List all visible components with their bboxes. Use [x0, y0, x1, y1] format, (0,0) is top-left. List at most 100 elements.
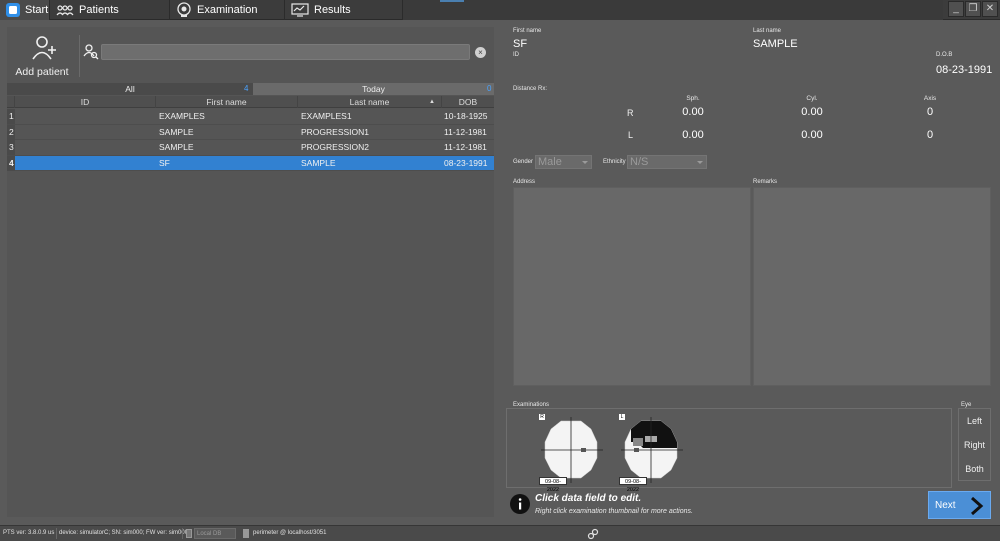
filter-tab-all[interactable]: All	[7, 83, 253, 95]
cell-first-name[interactable]: SF	[159, 156, 170, 171]
eye-both-option[interactable]: Both	[959, 457, 990, 481]
header-last-name-label: Last name	[349, 97, 390, 107]
exam-thumbnail-left[interactable]: L 09-08-2022	[619, 414, 685, 493]
sort-ascending-icon: ▲	[429, 99, 435, 105]
gender-select[interactable]: Male	[535, 155, 592, 169]
rx-left-axis[interactable]: 0	[900, 129, 960, 141]
menu-empty-space	[403, 0, 943, 20]
cell-dob[interactable]: 11-12-1981	[444, 125, 487, 140]
start-app-icon	[6, 3, 20, 17]
filter-all-label: All	[125, 84, 135, 94]
eye-selector: Left Right Both	[958, 408, 991, 481]
ethnicity-value: N/S	[630, 156, 649, 168]
row-number: 3	[7, 140, 15, 155]
restore-button[interactable]: ❐	[965, 1, 981, 17]
close-window-button[interactable]: ✕	[982, 1, 998, 17]
clear-search-button[interactable]: ×	[475, 47, 486, 58]
info-icon	[510, 494, 530, 516]
header-id-label: ID	[80, 97, 90, 107]
exam-date: 09-08-2022	[619, 477, 647, 493]
status-device: device: simulatorC; SN: sim000; FW ver: …	[59, 530, 189, 536]
tab-start[interactable]: Start	[0, 0, 50, 20]
next-button[interactable]: Next	[928, 491, 991, 519]
search-input[interactable]	[101, 44, 470, 60]
add-patient-button[interactable]: Add patient	[12, 32, 72, 78]
add-patient-label: Add patient	[15, 66, 69, 78]
chevron-down-icon	[697, 161, 703, 164]
rx-right-sph[interactable]: 0.00	[663, 106, 723, 118]
header-last-name[interactable]: Last name ▲	[298, 96, 442, 108]
tab-results-label: Results	[314, 4, 351, 16]
last-name-label: Last name	[753, 28, 782, 34]
header-dob[interactable]: DOB	[442, 96, 494, 108]
eye-right-option[interactable]: Right	[959, 433, 990, 457]
chevron-right-icon	[967, 496, 987, 518]
cell-dob[interactable]: 11-12-1981	[444, 140, 487, 155]
status-divider	[182, 528, 183, 539]
rx-left-sph[interactable]: 0.00	[663, 129, 723, 141]
id-label: ID	[513, 52, 519, 58]
tab-examination[interactable]: Examination	[170, 0, 285, 20]
rx-right-axis[interactable]: 0	[900, 106, 960, 118]
ethnicity-select[interactable]: N/S	[627, 155, 707, 169]
cell-last-name[interactable]: PROGRESSION1	[301, 125, 369, 140]
menu-bar: Start Patients Examination Results _ ❐ ✕	[0, 0, 1000, 20]
dob-field[interactable]: 08-23-1991	[936, 64, 992, 76]
gender-value: Male	[538, 156, 562, 168]
cell-last-name[interactable]: EXAMPLES1	[301, 109, 352, 124]
row-number: 2	[7, 124, 15, 140]
row-number: 1	[7, 109, 15, 124]
address-label: Address	[513, 179, 536, 185]
tab-patients[interactable]: Patients	[50, 0, 170, 20]
grid-header: ID First name Last name ▲ DOB	[7, 96, 494, 108]
filter-tabs: All 4 Today 0	[7, 83, 494, 95]
close-icon: ✕	[985, 3, 995, 14]
eye-right-label: Right	[963, 440, 985, 450]
eye-left-option[interactable]: Left	[959, 409, 990, 433]
rx-right-cyl[interactable]: 0.00	[782, 106, 842, 118]
tab-results[interactable]: Results	[285, 0, 403, 20]
table-row[interactable]: 3 SAMPLE PROGRESSION2 11-12-1981	[7, 140, 494, 156]
table-row[interactable]: 1 EXAMPLES EXAMPLES1 10-18-1925	[7, 109, 494, 125]
ethnicity-label: Ethnicity	[603, 159, 626, 165]
cell-dob[interactable]: 10-18-1925	[444, 109, 487, 124]
eye-both-label: Both	[965, 464, 984, 474]
header-id[interactable]: ID	[15, 96, 156, 108]
last-name-field[interactable]: SAMPLE	[753, 38, 798, 50]
filter-all-count: 4	[244, 84, 249, 93]
status-connection: perimeter @ localhost/3051	[253, 530, 327, 536]
cell-first-name[interactable]: SAMPLE	[159, 125, 194, 140]
cell-last-name[interactable]: PROGRESSION2	[301, 140, 369, 155]
rx-left-cyl[interactable]: 0.00	[782, 129, 842, 141]
table-row[interactable]: 2 SAMPLE PROGRESSION1 11-12-1981	[7, 124, 494, 140]
cell-dob[interactable]: 08-23-1991	[444, 156, 487, 171]
remarks-field[interactable]	[753, 187, 991, 386]
first-name-field[interactable]: SF	[513, 38, 527, 50]
table-row-selected[interactable]: 4 SF SAMPLE 08-23-1991	[7, 155, 494, 171]
info-subtitle: Right click examination thumbnail for mo…	[535, 508, 693, 515]
link-icon[interactable]	[587, 528, 599, 541]
minimize-button[interactable]: _	[948, 1, 964, 17]
rx-right-eye-label: R	[627, 108, 634, 118]
address-field[interactable]	[513, 187, 751, 386]
rx-left-eye-label: L	[628, 130, 634, 140]
tab-patients-label: Patients	[79, 4, 119, 16]
cell-last-name[interactable]: SAMPLE	[301, 156, 336, 171]
patient-list-panel: Add patient × All 4 Today 0 ID First nam…	[7, 27, 494, 517]
window-accent-mark	[440, 0, 464, 2]
cell-first-name[interactable]: EXAMPLES	[159, 109, 205, 124]
clear-icon: ×	[478, 48, 483, 57]
rx-axis-header: Axis	[923, 95, 937, 102]
info-title: Click data field to edit.	[535, 493, 642, 504]
visual-field-plot-right	[541, 417, 603, 483]
first-name-label: First name	[513, 28, 542, 34]
header-first-name[interactable]: First name	[156, 96, 298, 108]
toolbar-divider	[79, 35, 80, 77]
cell-first-name[interactable]: SAMPLE	[159, 140, 194, 155]
add-user-icon	[32, 34, 58, 64]
tab-examination-label: Examination	[197, 4, 258, 16]
search-patient-icon	[83, 43, 99, 61]
filter-tab-today[interactable]: Today	[253, 83, 494, 95]
chevron-down-icon	[582, 161, 588, 164]
exam-thumbnail-right[interactable]: R 09-08-2022	[539, 414, 605, 493]
